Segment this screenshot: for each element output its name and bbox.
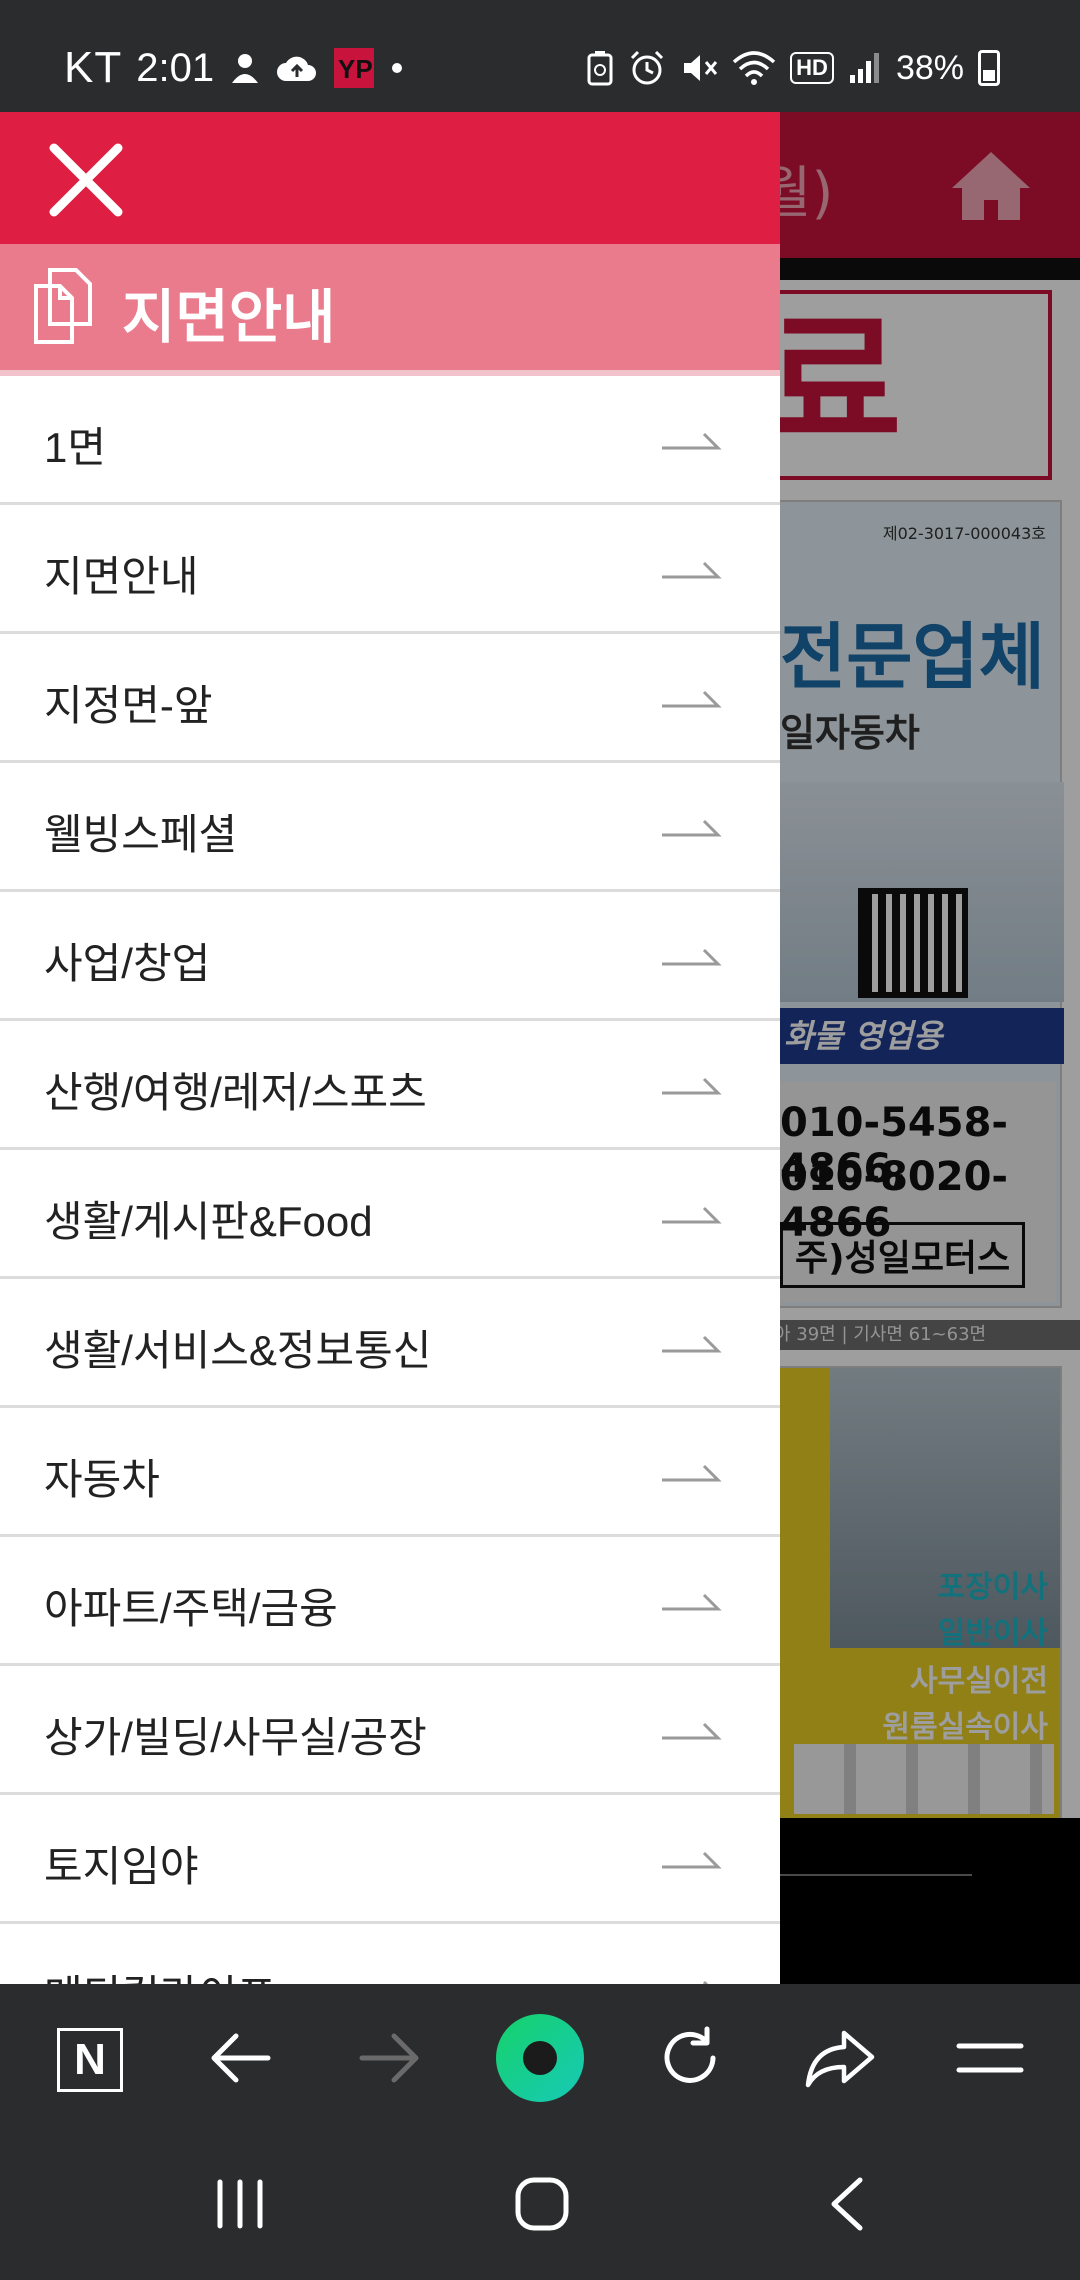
menu-icon [955, 2038, 1025, 2082]
hd-icon: HD [790, 52, 834, 84]
menu-item-label: 생활/서비스&정보통신 [44, 1327, 432, 1374]
menu-item-label: 지정면-앞 [44, 682, 213, 729]
system-navigation-bar [0, 2136, 1080, 2280]
close-icon[interactable] [46, 140, 126, 220]
menu-item-label: 아파트/주택/금융 [44, 1585, 338, 1632]
arrow-right-icon [660, 1589, 722, 1617]
arrow-right-icon [660, 1847, 722, 1875]
dot-icon [390, 61, 404, 75]
drawer-section-header: 지면안내 [0, 244, 780, 370]
menu-item-label: 지면안내 [44, 553, 199, 600]
cloud-upload-icon [276, 53, 318, 83]
hd-label: HD [796, 55, 828, 80]
home-nav-button[interactable] [492, 2166, 592, 2246]
menu-item-label: 상가/빌딩/사무실/공장 [44, 1714, 427, 1761]
menu-item-page-1[interactable]: 1면 [0, 376, 780, 505]
menu-item-label: 1면 [44, 424, 106, 471]
menu-item-life-board-food[interactable]: 생활/게시판&Food [0, 1150, 780, 1279]
drawer-section-title: 지면안내 [122, 283, 336, 351]
refresh-icon [657, 2025, 723, 2095]
wifi-icon [732, 50, 776, 86]
naver-n-button[interactable]: N [40, 2010, 140, 2110]
green-dot-icon [494, 2012, 586, 2108]
menu-item-label: 생활/게시판&Food [44, 1198, 373, 1245]
person-icon [228, 51, 262, 85]
menu-item-commercial-property[interactable]: 상가/빌딩/사무실/공장 [0, 1666, 780, 1795]
section-menu: 1면 지면안내 지정면-앞 웰빙스페셜 사업/창업 산행/여행/레저/스포츠 생… [0, 376, 780, 1984]
clock: 2:01 [136, 45, 215, 90]
menu-item-label: 토지임야 [44, 1843, 199, 1890]
alarm-icon [628, 49, 666, 87]
svg-text:YP: YP [338, 54, 373, 84]
signal-icon [848, 51, 882, 85]
browser-toolbar: N [0, 1984, 1080, 2136]
naver-n-icon: N [57, 2028, 123, 2092]
battery-percent: 38% [895, 48, 964, 87]
recycle-battery-icon [586, 50, 614, 86]
menu-item-label: 메디컬라이프 [44, 1962, 276, 1984]
arrow-right-icon [660, 557, 722, 585]
document-icon [30, 266, 96, 350]
arrow-right-icon [660, 1331, 722, 1359]
recent-apps-icon [212, 2178, 268, 2234]
back-chevron-icon [826, 2176, 866, 2236]
menu-item-car[interactable]: 자동차 [0, 1408, 780, 1537]
home-circle-icon [514, 2176, 570, 2236]
menu-item-designated-front[interactable]: 지정면-앞 [0, 634, 780, 763]
share-button[interactable] [790, 2010, 890, 2110]
status-bar: KT 2:01 YP HD 38% [0, 0, 1080, 112]
arrow-right-icon [660, 428, 722, 456]
arrow-right-icon [660, 1073, 722, 1101]
refresh-button[interactable] [640, 2010, 740, 2110]
forward-button[interactable] [340, 2010, 440, 2110]
menu-item-life-service-it[interactable]: 생활/서비스&정보통신 [0, 1279, 780, 1408]
yp-app-icon: YP [332, 46, 376, 90]
back-nav-button[interactable] [796, 2166, 896, 2246]
arrow-right-icon [660, 686, 722, 714]
back-arrow-icon [208, 2030, 272, 2090]
arrow-right-icon [660, 1976, 722, 1984]
menu-item-medical-life[interactable]: 메디컬라이프 [0, 1924, 780, 1984]
carrier-label: KT [64, 43, 123, 92]
screen: KT 2:01 YP HD 38% 월) 료 제02-3017-000043호 … [0, 0, 1080, 2280]
menu-item-business[interactable]: 사업/창업 [0, 892, 780, 1021]
arrow-right-icon [660, 1202, 722, 1230]
menu-item-wellbeing[interactable]: 웰빙스페셜 [0, 763, 780, 892]
recent-apps-button[interactable] [190, 2166, 290, 2246]
arrow-right-icon [660, 944, 722, 972]
arrow-right-icon [660, 1460, 722, 1488]
navigation-drawer: 지면안내 1면 지면안내 지정면-앞 웰빙스페셜 사업/창업 산행/여행/레저/… [0, 112, 780, 1984]
menu-item-label: 자동차 [44, 1456, 160, 1503]
menu-item-page-guide[interactable]: 지면안내 [0, 505, 780, 634]
menu-item-travel-sports[interactable]: 산행/여행/레저/스포츠 [0, 1021, 780, 1150]
forward-arrow-icon [358, 2030, 422, 2090]
menu-item-label: 사업/창업 [44, 940, 211, 987]
menu-item-apartment-finance[interactable]: 아파트/주택/금융 [0, 1537, 780, 1666]
menu-item-land[interactable]: 토지임야 [0, 1795, 780, 1924]
menu-item-label: 산행/여행/레저/스포츠 [44, 1069, 427, 1116]
battery-icon [978, 50, 1000, 86]
drawer-header [0, 112, 780, 244]
arrow-right-icon [660, 815, 722, 843]
green-home-button[interactable] [490, 2010, 590, 2110]
back-button[interactable] [190, 2010, 290, 2110]
arrow-right-icon [660, 1718, 722, 1746]
menu-button[interactable] [940, 2010, 1040, 2110]
menu-item-label: 웰빙스페셜 [44, 811, 238, 858]
share-icon [804, 2027, 876, 2093]
mute-icon [680, 49, 718, 87]
